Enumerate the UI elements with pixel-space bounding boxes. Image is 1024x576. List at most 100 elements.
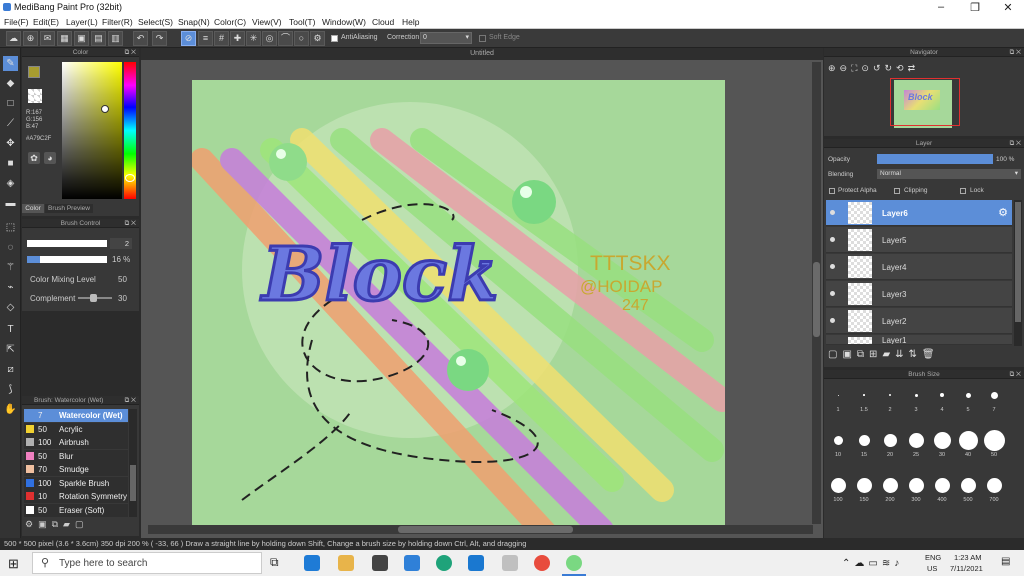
color-wheel-icon[interactable]: ◕: [44, 152, 56, 164]
brush-add-icon[interactable]: ⚙: [25, 519, 38, 529]
brush-size-option[interactable]: [863, 394, 865, 396]
chrome-icon[interactable]: [534, 555, 550, 571]
palette-icon[interactable]: ✿: [28, 152, 40, 164]
navigator-viewport-frame[interactable]: [890, 78, 960, 126]
brush-item-rotation-symmetry[interactable]: 10 Rotation Symmetry: [24, 490, 128, 503]
snap-circle-icon[interactable]: ◎: [262, 31, 277, 46]
menu-color[interactable]: Color(C): [214, 17, 246, 27]
snap-off-icon[interactable]: ⊘: [181, 31, 196, 46]
grid-icon[interactable]: ▦: [57, 31, 72, 46]
menu-cloud[interactable]: Cloud: [372, 17, 394, 27]
rect-select-icon[interactable]: ⬚: [3, 220, 18, 235]
menu-filter[interactable]: Filter(R): [102, 17, 133, 27]
reset-icon[interactable]: ⟲: [896, 63, 908, 73]
eye-icon[interactable]: [830, 237, 835, 242]
mail-icon[interactable]: [404, 555, 420, 571]
windows-start-icon[interactable]: ⊞: [8, 556, 22, 571]
snap-curve-icon[interactable]: ⌒: [278, 31, 293, 46]
brush-tool-icon[interactable]: ✎: [3, 56, 18, 71]
hue-cursor[interactable]: [125, 174, 135, 182]
clipping-checkbox[interactable]: [894, 188, 900, 194]
eye-icon[interactable]: [830, 318, 835, 323]
brush-size-option[interactable]: [833, 435, 843, 445]
fit-icon[interactable]: ⛶: [851, 63, 861, 73]
snap-grid-icon[interactable]: #: [214, 31, 229, 46]
layer-row-layer1[interactable]: Layer1: [826, 335, 1012, 345]
blending-select[interactable]: Normal ▾: [877, 169, 1021, 179]
redo-icon[interactable]: ↷: [152, 31, 167, 46]
taskbar-search-input[interactable]: ⚲ Type here to search: [32, 552, 262, 574]
layer-folder-icon[interactable]: ▰: [882, 349, 895, 360]
brush-size-option[interactable]: [934, 477, 950, 493]
select-pen-icon[interactable]: ⟋: [3, 116, 18, 131]
snap-parallel-icon[interactable]: ≡: [198, 31, 213, 46]
dot-tool-icon[interactable]: □: [3, 96, 18, 111]
brush-new-icon[interactable]: ▣: [38, 519, 52, 529]
eyedropper-icon[interactable]: ⟆: [3, 382, 18, 397]
artboard[interactable]: Block TTTSKX @HOIDAP 247: [192, 80, 725, 525]
layer-row-layer3[interactable]: Layer3: [826, 281, 1012, 307]
sv-cursor[interactable]: [101, 105, 109, 113]
operation-tool-icon[interactable]: ⇱: [3, 342, 18, 357]
brush-copy-icon[interactable]: ⧉: [52, 519, 63, 529]
merge-down-icon[interactable]: ⇊: [895, 349, 908, 360]
volume-icon[interactable]: ♪: [894, 558, 903, 569]
brush-size-option[interactable]: [837, 394, 839, 396]
lasso-select-icon[interactable]: ◌: [3, 240, 18, 255]
minimize-button[interactable]: –: [926, 1, 956, 13]
brush-size-option[interactable]: [908, 432, 924, 448]
language-line-2[interactable]: US: [927, 564, 937, 573]
notification-icon[interactable]: ▤: [1001, 556, 1015, 568]
brush-opacity-slider[interactable]: [27, 256, 107, 263]
rotate-right-icon[interactable]: ↻: [885, 63, 897, 73]
tray-chevron-icon[interactable]: ⌃: [842, 558, 854, 569]
menu-window[interactable]: Window(W): [322, 17, 366, 27]
vertical-scroll-thumb[interactable]: [813, 262, 820, 337]
saturation-value-picker[interactable]: [62, 62, 122, 199]
brush-size-option[interactable]: [883, 433, 897, 447]
antialiasing-checkbox[interactable]: [331, 35, 338, 42]
menu-file[interactable]: File(F): [4, 17, 29, 27]
close-button[interactable]: ✕: [993, 1, 1023, 14]
select-eraser-icon[interactable]: ◇: [3, 300, 18, 315]
task-view-icon[interactable]: ⧉: [270, 555, 286, 571]
menu-snap[interactable]: Snap(N): [178, 17, 210, 27]
brush-size-option[interactable]: [830, 477, 846, 493]
brush-item-acrylic[interactable]: 50 Acrylic: [24, 423, 128, 436]
flip-icon[interactable]: ⇄: [908, 63, 920, 73]
snap-cross-icon[interactable]: ✚: [230, 31, 245, 46]
hand-tool-icon[interactable]: ✋: [3, 402, 18, 417]
protect-alpha-checkbox[interactable]: [829, 188, 835, 194]
delete-layer-icon[interactable]: 🗑: [922, 349, 940, 360]
brush-size-option[interactable]: [882, 477, 898, 493]
tab-color[interactable]: Color: [22, 204, 44, 213]
brush-size-option[interactable]: [990, 391, 998, 399]
actual-size-icon[interactable]: ⊙: [861, 63, 873, 73]
brush-item-eraser-soft[interactable]: 50 Eraser (Soft): [24, 504, 128, 517]
menu-view[interactable]: View(V): [252, 17, 282, 27]
horizontal-scroll-thumb[interactable]: [398, 526, 573, 533]
undo-icon[interactable]: ↶: [133, 31, 148, 46]
rotate-left-icon[interactable]: ↺: [873, 63, 885, 73]
brush-size-option[interactable]: [889, 394, 891, 396]
edge-dev-icon[interactable]: [436, 555, 452, 571]
brush-item-airbrush[interactable]: 100 Airbrush: [24, 436, 128, 449]
store-icon[interactable]: [372, 555, 388, 571]
tab-brush-preview[interactable]: Brush Preview: [45, 204, 93, 213]
menu-select[interactable]: Select(S): [138, 17, 173, 27]
brush-size-slider[interactable]: [27, 240, 107, 247]
layer-move-icon[interactable]: ⇅: [909, 349, 922, 360]
brush-size-option[interactable]: [858, 434, 870, 446]
layer-row-layer4[interactable]: Layer4: [826, 254, 1012, 280]
brush-size-option[interactable]: [986, 477, 1002, 493]
eye-icon[interactable]: [830, 291, 835, 296]
chat-icon[interactable]: ✉: [40, 31, 55, 46]
layer-opacity-slider[interactable]: [877, 154, 993, 164]
layers-icon[interactable]: ▤: [91, 31, 106, 46]
gear-icon[interactable]: ⚙: [998, 206, 1008, 219]
menu-tool[interactable]: Tool(T): [289, 17, 315, 27]
snap-radial-icon[interactable]: ✳: [246, 31, 261, 46]
transparent-color-swatch[interactable]: [28, 89, 42, 103]
layer-row-layer6[interactable]: Layer6 ⚙: [826, 200, 1012, 226]
export-icon[interactable]: ▥: [108, 31, 123, 46]
